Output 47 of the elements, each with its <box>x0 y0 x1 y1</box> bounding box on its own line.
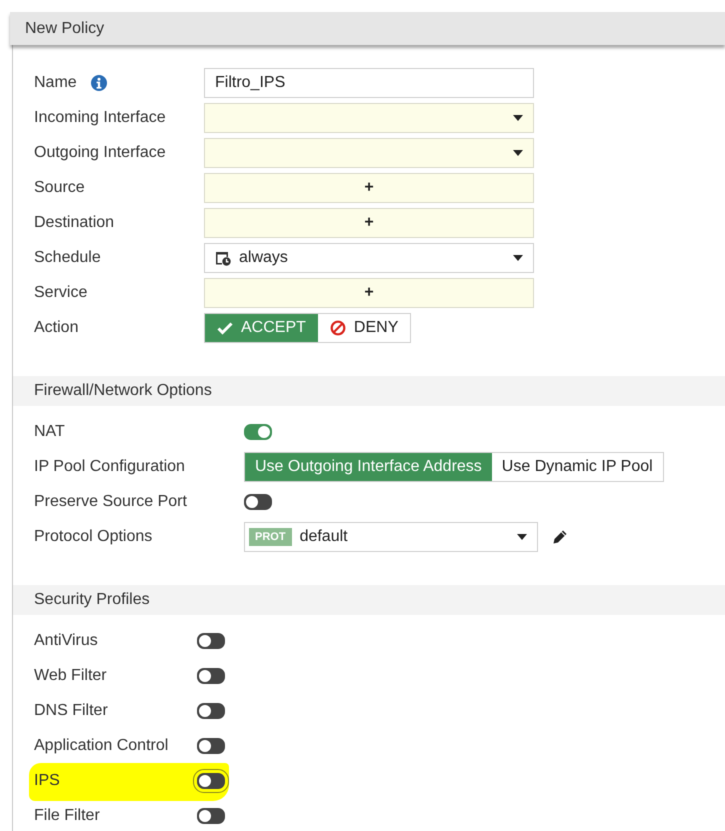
field-label: Schedule <box>34 249 101 267</box>
schedule-dropdown[interactable]: always <box>204 243 534 273</box>
field-label: Destination <box>34 214 114 232</box>
toggle-switch[interactable] <box>197 633 225 649</box>
field-label: Name <box>34 74 77 92</box>
caret-icon <box>513 115 523 121</box>
field-label: Source <box>34 179 85 197</box>
profile-label: File Filter <box>34 807 100 825</box>
toggle-switch[interactable] <box>197 773 225 789</box>
accept-button[interactable]: ACCEPT <box>205 314 318 342</box>
prohibited-icon <box>330 320 346 336</box>
profile-label: IPS <box>34 772 60 790</box>
field-label: Incoming Interface <box>34 109 166 127</box>
add-entry-field[interactable]: + <box>204 208 534 238</box>
toggle-switch[interactable] <box>244 494 272 510</box>
toggle-switch[interactable] <box>197 703 225 719</box>
toggle-switch[interactable] <box>197 808 225 824</box>
profile-label: DNS Filter <box>34 702 108 720</box>
protocol-dropdown[interactable]: PROT default <box>244 522 538 552</box>
info-icon[interactable] <box>90 75 107 91</box>
segment-button[interactable]: Use Outgoing Interface Address <box>245 453 492 481</box>
caret-icon <box>513 255 523 261</box>
add-entry-field[interactable]: + <box>204 173 534 203</box>
edit-icon[interactable] <box>552 529 568 545</box>
option-label: Preserve Source Port <box>34 493 187 511</box>
checkmark-icon <box>217 320 233 336</box>
prot-badge: PROT <box>249 528 292 546</box>
field-label: Outgoing Interface <box>34 144 166 162</box>
toggle-switch[interactable] <box>197 738 225 754</box>
option-label: Protocol Options <box>34 528 152 546</box>
toggle-switch[interactable] <box>244 424 272 440</box>
field-label: Service <box>34 284 88 302</box>
caret-icon <box>517 534 527 540</box>
name-input-field[interactable]: Filtro_IPS <box>204 68 534 98</box>
window-title: New Policy <box>25 20 104 38</box>
add-entry-field[interactable]: + <box>204 278 534 308</box>
section-title: Security Profiles <box>34 591 150 609</box>
profile-label: Web Filter <box>34 667 107 685</box>
profile-label: AntiVirus <box>34 632 98 650</box>
option-label: IP Pool Configuration <box>34 458 185 476</box>
calendar-clock-icon <box>215 250 231 266</box>
caret-icon <box>513 150 523 156</box>
option-label: NAT <box>34 423 65 441</box>
section-title: Firewall/Network Options <box>34 382 212 400</box>
field-label: Action <box>34 319 78 337</box>
profile-label: Application Control <box>34 737 168 755</box>
toggle-switch[interactable] <box>197 668 225 684</box>
